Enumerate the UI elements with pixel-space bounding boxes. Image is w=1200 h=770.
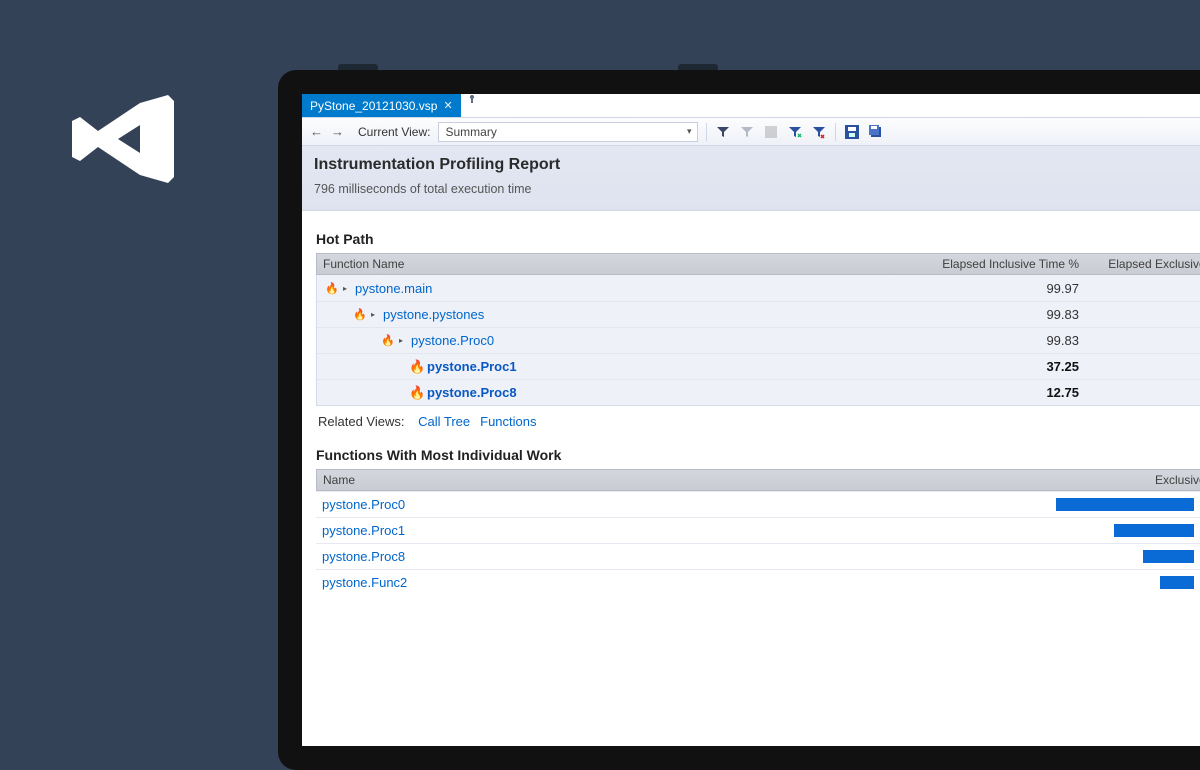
metric-value: 99.83: [919, 307, 1089, 322]
bar: [1114, 524, 1195, 537]
function-link[interactable]: pystone.Proc8: [427, 385, 517, 400]
report-subtitle: 796 milliseconds of total execution time: [314, 182, 1200, 196]
table-row[interactable]: pystone.Proc810.25: [316, 543, 1200, 569]
app-window: PyStone_20121030.vsp ✕ ← → Current View:…: [302, 94, 1200, 746]
col-function-name: Function Name: [317, 257, 919, 271]
table-row[interactable]: 🔥 pystone.Proc8 12.7510.25: [317, 379, 1200, 405]
metric-value: 99.97: [919, 281, 1089, 296]
related-views: Related Views: Call Tree Functions: [318, 414, 1200, 429]
function-link[interactable]: pystone.Func2: [322, 575, 407, 590]
metric-value: 10.25: [1089, 385, 1200, 400]
flame-icon: 🔥: [325, 282, 337, 295]
pin-icon[interactable]: [467, 94, 477, 104]
save-icon[interactable]: [844, 124, 860, 140]
function-link[interactable]: pystone.main: [355, 281, 432, 296]
function-link[interactable]: pystone.Proc0: [322, 497, 405, 512]
tab-title: PyStone_20121030.vsp: [310, 99, 437, 113]
view-select-value: Summary: [445, 125, 496, 139]
separator: [706, 123, 707, 141]
save-all-icon[interactable]: [868, 124, 884, 140]
separator: [835, 123, 836, 141]
metric-value: 99.83: [919, 333, 1089, 348]
col-exclusive-time: Exclusive Time %: [1039, 473, 1200, 487]
flame-icon: 🔥: [409, 359, 421, 375]
report-title: Instrumentation Profiling Report: [314, 156, 1200, 174]
bar: [1056, 498, 1194, 511]
function-link[interactable]: pystone.Proc1: [427, 359, 517, 374]
metric-value: 12.75: [919, 385, 1089, 400]
view-select[interactable]: Summary ▾: [438, 122, 698, 142]
filter-clear-icon[interactable]: [739, 124, 755, 140]
current-view-label: Current View:: [358, 125, 430, 139]
chevron-right-icon: ▸: [399, 336, 403, 345]
function-link[interactable]: pystone.Proc1: [322, 523, 405, 538]
table-row[interactable]: 🔥 pystone.Proc1 37.2516.10: [317, 353, 1200, 379]
visual-studio-logo: [70, 95, 180, 188]
flame-icon: 🔥: [409, 385, 421, 401]
toolbar: ← → Current View: Summary ▾: [302, 118, 1200, 146]
flame-icon: 🔥: [353, 308, 365, 321]
bar: [1160, 576, 1194, 589]
col-inclusive: Elapsed Inclusive Time %: [919, 257, 1089, 271]
filter-down-icon[interactable]: [787, 124, 803, 140]
function-link[interactable]: pystone.Proc0: [411, 333, 494, 348]
related-views-label: Related Views:: [318, 414, 404, 429]
nav-back-icon[interactable]: ←: [308, 124, 325, 139]
funcwork-heading: Functions With Most Individual Work: [316, 447, 1200, 463]
tabstrip: PyStone_20121030.vsp ✕: [302, 94, 1200, 118]
table-row[interactable]: pystone.Func26.77: [316, 569, 1200, 595]
related-view-link[interactable]: Call Tree: [418, 414, 470, 429]
bar: [1143, 550, 1194, 563]
metric-value: 27.66: [1089, 333, 1200, 348]
filter-icon[interactable]: [715, 124, 731, 140]
table-row[interactable]: pystone.Proc027.66: [316, 491, 1200, 517]
col-name: Name: [317, 473, 1039, 487]
chevron-down-icon: ▾: [687, 126, 692, 137]
hotpath-header-row: Function Name Elapsed Inclusive Time % E…: [316, 253, 1200, 275]
table-row[interactable]: 🔥 ▸ pystone.main 99.970.14: [317, 275, 1200, 301]
flame-icon: 🔥: [381, 334, 393, 347]
table-row[interactable]: 🔥 ▸ pystone.Proc0 99.8327.66: [317, 327, 1200, 353]
hotpath-heading: Hot Path: [316, 231, 1200, 247]
related-view-link[interactable]: Functions: [480, 414, 536, 429]
chevron-right-icon: ▸: [343, 284, 347, 293]
metric-value: 37.25: [919, 359, 1089, 374]
report-header: Instrumentation Profiling Report 796 mil…: [302, 146, 1200, 211]
device-frame: PyStone_20121030.vsp ✕ ← → Current View:…: [278, 70, 1200, 770]
stop-icon[interactable]: [763, 124, 779, 140]
document-tab[interactable]: PyStone_20121030.vsp ✕: [302, 94, 461, 117]
table-row[interactable]: 🔥 ▸ pystone.pystones 99.830.00: [317, 301, 1200, 327]
metric-value: 0.00: [1089, 307, 1200, 322]
filter-up-icon[interactable]: [811, 124, 827, 140]
close-icon[interactable]: ✕: [443, 99, 452, 112]
funcwork-header-row: Name Exclusive Time %: [316, 469, 1200, 491]
metric-value: 16.10: [1089, 359, 1200, 374]
funcwork-rows: pystone.Proc027.66pystone.Proc116.10pyst…: [316, 491, 1200, 595]
hotpath-rows: 🔥 ▸ pystone.main 99.970.14 🔥 ▸ pystone.pystone…: [316, 275, 1200, 406]
metric-value: 0.14: [1089, 281, 1200, 296]
function-link[interactable]: pystone.Proc8: [322, 549, 405, 564]
table-row[interactable]: pystone.Proc116.10: [316, 517, 1200, 543]
function-link[interactable]: pystone.pystones: [383, 307, 484, 322]
nav-forward-icon[interactable]: →: [329, 124, 346, 139]
chevron-right-icon: ▸: [371, 310, 375, 319]
col-exclusive: Elapsed Exclusive Time %: [1089, 257, 1200, 271]
